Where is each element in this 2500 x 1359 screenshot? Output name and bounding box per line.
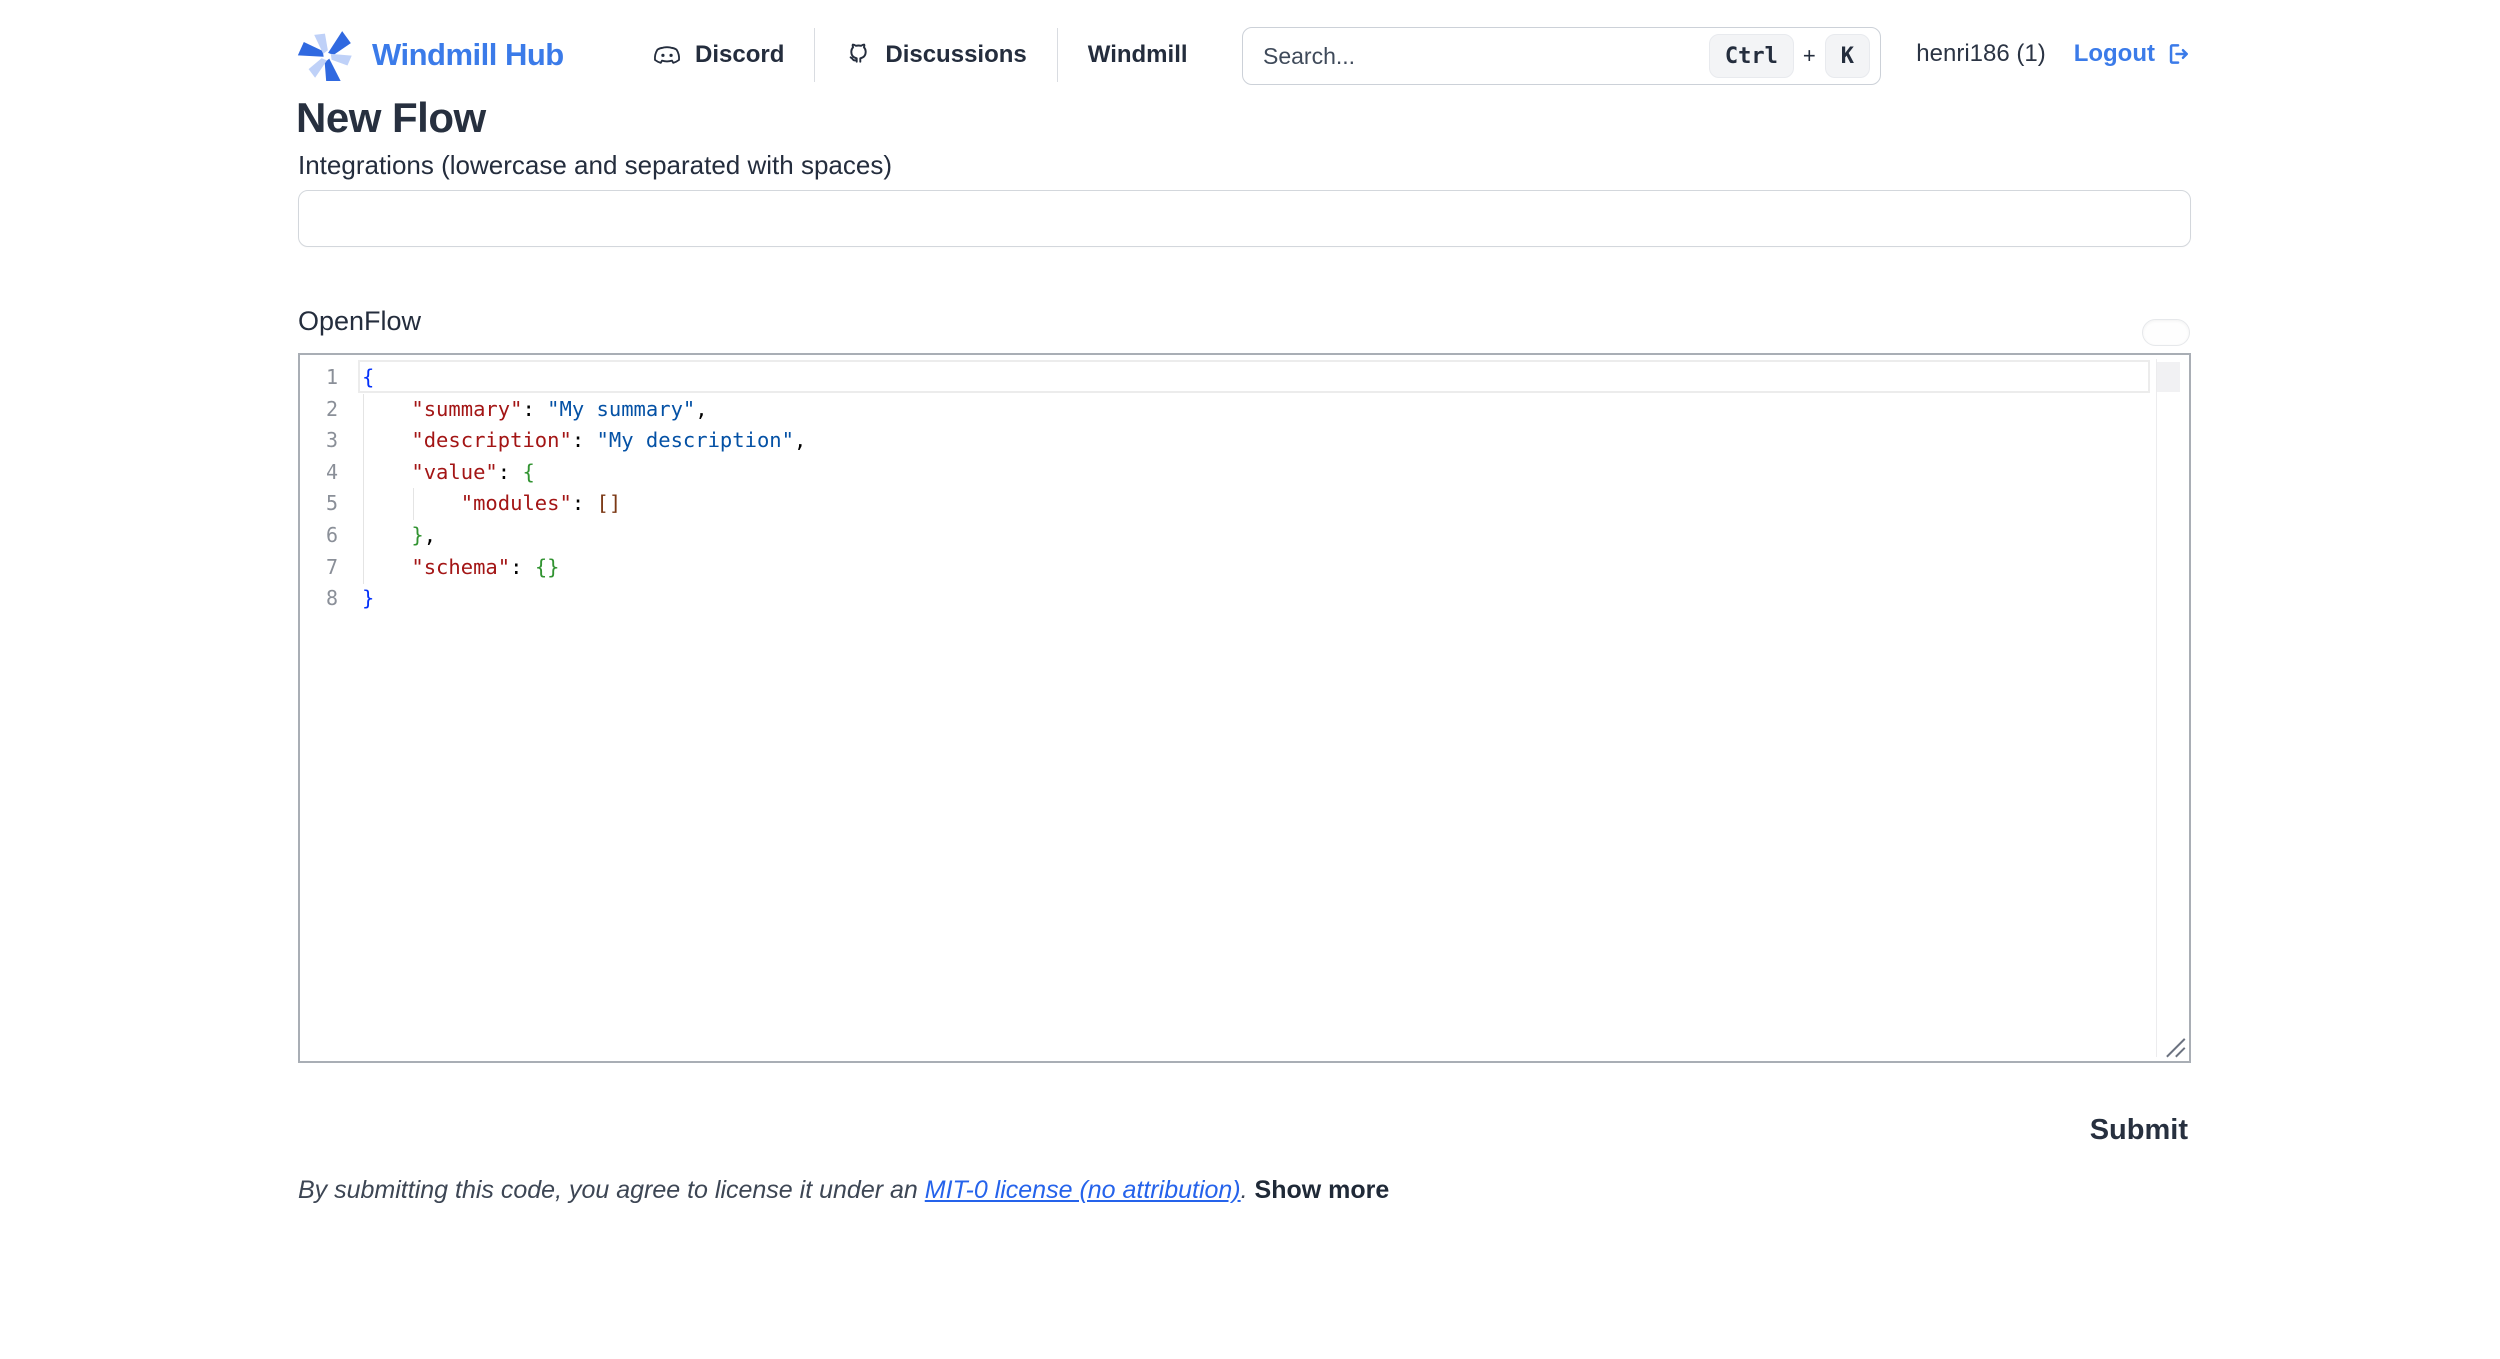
logout-link[interactable]: Logout bbox=[2074, 40, 2190, 68]
nav-item-discord[interactable]: Discord bbox=[652, 41, 814, 69]
main-nav: Discord Discussions Windmill bbox=[652, 28, 1218, 82]
nav-label: Discussions bbox=[885, 41, 1026, 69]
github-discussions-icon bbox=[845, 42, 872, 69]
overview-ruler-decoration bbox=[2157, 362, 2180, 392]
search-box[interactable]: Ctrl + K bbox=[1242, 27, 1881, 85]
openflow-toggle[interactable] bbox=[2142, 319, 2190, 346]
windmill-logo-icon bbox=[296, 29, 358, 81]
logout-label: Logout bbox=[2074, 40, 2155, 68]
integrations-input[interactable] bbox=[298, 190, 2191, 247]
kbd-ctrl: Ctrl bbox=[1709, 34, 1794, 78]
username: henri186 (1) bbox=[1916, 40, 2045, 68]
nav-item-discussions[interactable]: Discussions bbox=[815, 41, 1056, 69]
nav-item-windmill[interactable]: Windmill bbox=[1058, 41, 1218, 69]
integrations-label: Integrations (lowercase and separated wi… bbox=[298, 150, 892, 181]
license-text: By submitting this code, you agree to li… bbox=[298, 1176, 925, 1204]
openflow-label: OpenFlow bbox=[298, 306, 421, 337]
page: Windmill Hub Discord Discussions bbox=[0, 0, 2500, 1359]
discord-icon bbox=[652, 43, 682, 67]
indent-guide bbox=[413, 488, 414, 520]
line-number-gutter: 12345678 bbox=[300, 362, 338, 615]
kbd-plus: + bbox=[1803, 43, 1816, 69]
user-area: henri186 (1) Logout bbox=[1916, 40, 2190, 68]
brand-home-link[interactable]: Windmill Hub bbox=[296, 28, 564, 82]
license-note: By submitting this code, you agree to li… bbox=[298, 1176, 1389, 1205]
logout-icon bbox=[2164, 41, 2190, 67]
resize-handle-icon[interactable] bbox=[2162, 1034, 2188, 1060]
scrollbar-boundary bbox=[2156, 359, 2157, 1057]
show-more-button[interactable]: Show more bbox=[1255, 1176, 1390, 1204]
kbd-k: K bbox=[1825, 34, 1870, 78]
submit-button[interactable]: Submit bbox=[2090, 1114, 2188, 1147]
page-title: New Flow bbox=[296, 94, 486, 142]
openflow-code-editor[interactable]: 12345678 { "summary": "My summary", "des… bbox=[298, 353, 2191, 1063]
brand-title: Windmill Hub bbox=[372, 37, 564, 73]
search-input[interactable] bbox=[1263, 43, 1709, 70]
nav-label: Discord bbox=[695, 41, 784, 69]
license-link[interactable]: MIT-0 license (no attribution) bbox=[925, 1176, 1241, 1204]
nav-label: Windmill bbox=[1088, 41, 1188, 69]
indent-guide bbox=[363, 394, 364, 584]
code-content[interactable]: { "summary": "My summary", "description"… bbox=[362, 362, 806, 615]
license-period: . bbox=[1241, 1176, 1255, 1204]
